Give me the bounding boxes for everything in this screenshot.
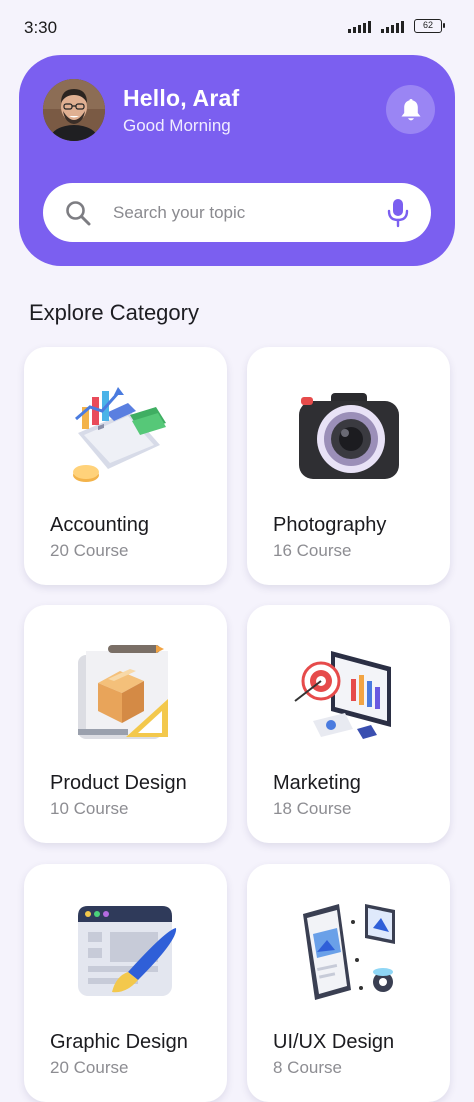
category-card-graphic-design[interactable]: Graphic Design 20 Course [24, 864, 227, 1102]
ui-ux-phone-icon [303, 904, 395, 1000]
category-title: Marketing [273, 772, 361, 794]
greeting-subtitle: Good Morning [123, 116, 231, 135]
signal-icon [381, 19, 404, 33]
category-count: 20 Course [50, 541, 129, 560]
category-card-product-design[interactable]: Product Design 10 Course [24, 605, 227, 843]
microphone-icon[interactable] [387, 198, 409, 228]
section-title: Explore Category [29, 300, 199, 325]
category-title: UI/UX Design [273, 1031, 395, 1053]
category-count: 8 Course [273, 1058, 342, 1077]
category-title: Graphic Design [50, 1031, 188, 1053]
category-title: Photography [273, 514, 387, 536]
avatar[interactable] [43, 79, 105, 141]
battery-icon: 62 [414, 19, 445, 33]
status-bar: 3:30 62 [0, 0, 474, 56]
category-card-photography[interactable]: Photography 16 Course [247, 347, 450, 585]
status-icons: 62 [348, 19, 445, 33]
category-count: 16 Course [273, 541, 352, 560]
category-card-ui-ux-design[interactable]: UI/UX Design 8 Course [247, 864, 450, 1102]
category-count: 18 Course [273, 799, 352, 818]
graphic-brush-icon [78, 906, 177, 996]
notification-button[interactable] [386, 85, 435, 134]
product-box-icon [78, 645, 168, 739]
accounting-illustration-icon [73, 387, 166, 482]
greeting-title: Hello, Araf [123, 85, 240, 111]
category-card-marketing[interactable]: Marketing 18 Course [247, 605, 450, 843]
search-bar [43, 183, 431, 242]
camera-icon [299, 393, 399, 479]
signal-icon [348, 19, 371, 33]
category-count: 10 Course [50, 799, 129, 818]
category-card-accounting[interactable]: Accounting 20 Course [24, 347, 227, 585]
category-title: Product Design [50, 772, 187, 794]
search-input[interactable] [113, 183, 363, 242]
search-icon[interactable] [65, 200, 91, 226]
bell-icon [401, 98, 420, 120]
category-title: Accounting [50, 514, 149, 536]
marketing-target-icon [294, 651, 391, 739]
category-count: 20 Course [50, 1058, 129, 1077]
header-card: Hello, Araf Good Morning [19, 55, 455, 266]
status-time: 3:30 [24, 18, 58, 37]
